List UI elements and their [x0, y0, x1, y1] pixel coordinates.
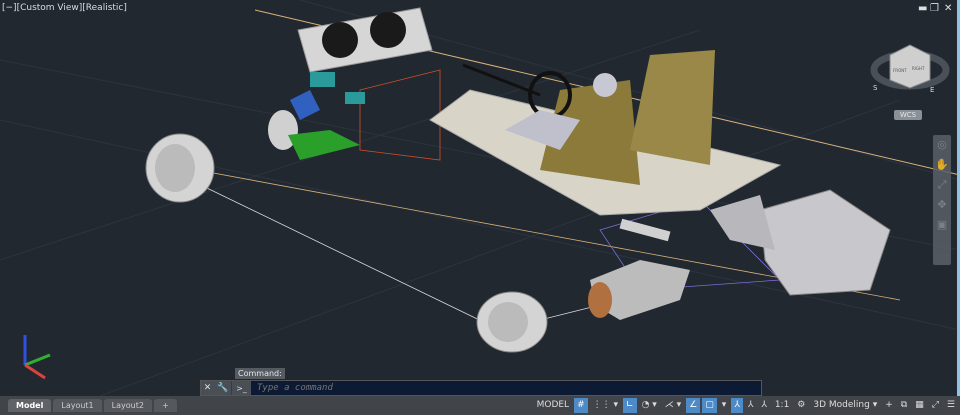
control-arm — [288, 130, 360, 160]
viewcube[interactable]: S E FRONT RIGHT — [870, 44, 950, 94]
osnap-icon[interactable]: ∠ — [686, 398, 701, 413]
compass-e: E — [930, 86, 934, 94]
grid-icon[interactable]: # — [574, 398, 588, 413]
command-history: Command: — [235, 368, 285, 379]
steering-wheel-icon[interactable]: ✥ — [933, 195, 951, 215]
polar-icon[interactable]: ◔ ▾ — [639, 398, 660, 413]
viewport-controls-label[interactable]: [−][Custom View][Realistic] — [2, 3, 127, 13]
face-right: RIGHT — [912, 66, 925, 71]
model-space-button[interactable]: MODEL — [534, 398, 572, 413]
scale-button[interactable]: 1:1 — [772, 398, 792, 413]
close-button[interactable]: ✕ — [944, 3, 952, 14]
orbit-icon[interactable]: ◎ — [933, 135, 951, 155]
tab-layout2[interactable]: Layout2 — [103, 399, 152, 412]
pan-icon[interactable]: ✋ — [933, 155, 951, 175]
snap-icon[interactable]: ⋮⋮ ▾ — [590, 398, 621, 413]
wcs-menu[interactable]: WCS — [894, 110, 922, 120]
navigation-bar: ◎ ✋ ⤢ ✥ ▣ — [933, 135, 951, 265]
showmotion-icon[interactable]: ▣ — [933, 215, 951, 235]
status-bar: Model Layout1 Layout2 + MODEL # ⋮⋮ ▾ ∟ ◔… — [0, 396, 960, 415]
seat-right — [630, 50, 715, 165]
model-scene: S E FRONT RIGHT — [0, 0, 960, 396]
hardware-accel-icon[interactable]: ▦ — [912, 398, 927, 413]
minimize-button[interactable]: ▬ — [918, 3, 927, 14]
drawing-viewport[interactable]: S E FRONT RIGHT [−][Custom View][Realist… — [0, 0, 960, 396]
plus-icon[interactable]: + — [882, 398, 896, 413]
ortho-icon[interactable]: ∟ — [623, 398, 637, 413]
radiator — [297, 7, 433, 73]
selection-cycling-icon[interactable]: ▾ — [719, 398, 730, 413]
annotation-icon[interactable]: ⅄ — [731, 398, 743, 413]
wheel-rear — [476, 291, 548, 353]
wrench-icon[interactable]: 🔧 — [217, 383, 228, 393]
command-line: ✕ 🔧 >_ — [200, 380, 762, 396]
command-input[interactable] — [251, 383, 761, 393]
add-layout-button[interactable]: + — [153, 399, 177, 412]
gear-icon[interactable]: ⚙ — [794, 398, 808, 413]
restore-button[interactable]: ❐ — [930, 3, 939, 14]
annoscale-icon[interactable]: ⅄ — [758, 398, 770, 413]
dynucs-icon[interactable]: ▢ — [702, 398, 717, 413]
zoom-icon[interactable]: ⤢ — [933, 175, 951, 195]
menu-icon[interactable]: ☰ — [944, 398, 958, 413]
face-front: FRONT — [893, 68, 907, 73]
close-icon[interactable]: ✕ — [204, 383, 212, 393]
engine — [710, 189, 891, 296]
isolate-icon[interactable]: ⧉ — [898, 398, 910, 413]
wheel-front — [145, 133, 215, 203]
fullscreen-icon[interactable]: ⤢ — [929, 398, 942, 413]
tab-model[interactable]: Model — [8, 399, 52, 412]
isodraft-icon[interactable]: ⋌ ▾ — [662, 398, 684, 413]
prompt-icon[interactable]: >_ — [231, 381, 251, 395]
workspace-dropdown[interactable]: 3D Modeling ▾ — [810, 398, 880, 413]
autoscale-icon[interactable]: ⅄ — [745, 398, 757, 413]
compass-s: S — [873, 84, 878, 92]
tab-layout1[interactable]: Layout1 — [53, 399, 102, 412]
ucs-icon — [23, 335, 51, 380]
